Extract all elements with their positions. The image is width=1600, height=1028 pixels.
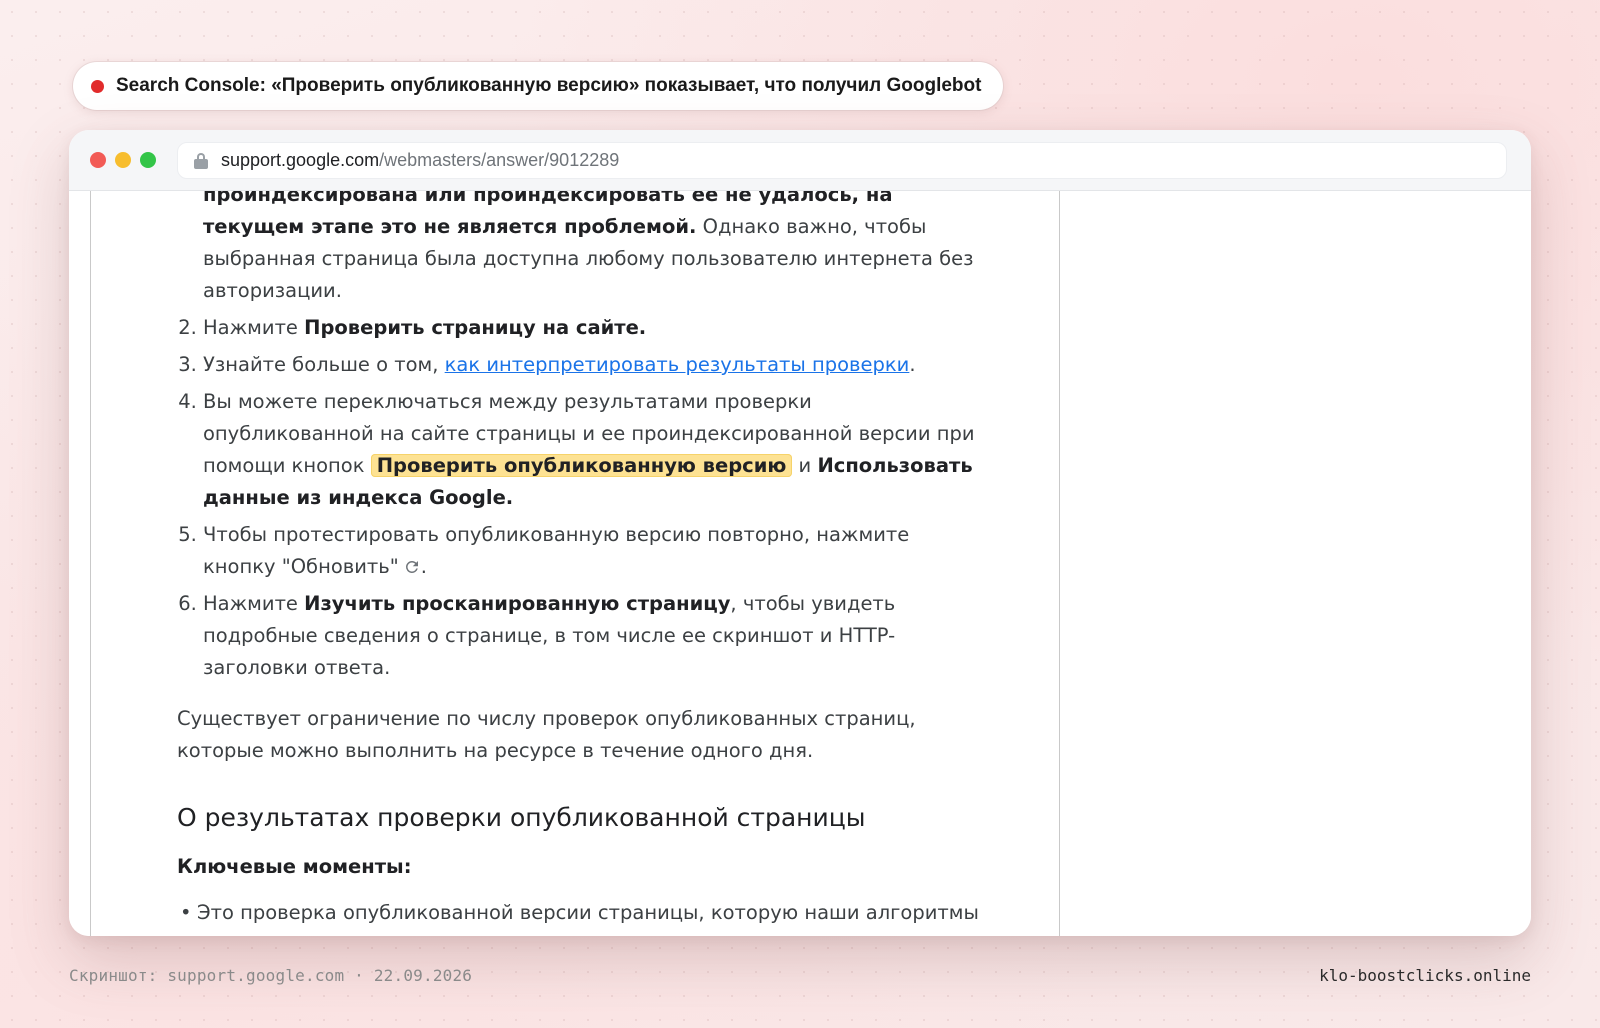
url-host: support.google.com	[221, 150, 380, 170]
item3-suffix: .	[909, 353, 916, 376]
item3-prefix: Узнайте больше о том,	[203, 353, 445, 376]
record-dot-icon	[91, 79, 104, 93]
key-points-list: Это проверка опубликованной версии стран…	[177, 897, 987, 929]
refresh-icon	[405, 561, 418, 573]
check-live-version-highlight: Проверить опубликованную версию	[370, 454, 793, 477]
interpret-results-link[interactable]: как интерпретировать результаты проверки	[445, 353, 910, 376]
list-item: Нажмите Изучить просканированную страниц…	[203, 588, 987, 684]
lock-icon	[194, 152, 208, 169]
browser-window: support.google.com/webmasters/answer/901…	[69, 130, 1531, 936]
item5-text: Чтобы протестировать опубликованную верс…	[203, 523, 910, 578]
caption-pill: Search Console: «Проверить опубликованну…	[73, 62, 1004, 110]
window-controls	[90, 152, 156, 168]
list-item: Вы можете переключаться между результата…	[203, 386, 987, 514]
list-item: Узнайте больше о том, как интерпретирова…	[203, 349, 987, 381]
explore-crawled-page-label: Изучить просканированную страницу	[304, 592, 731, 615]
maximize-window-button[interactable]	[140, 152, 156, 168]
item5-suffix: .	[420, 555, 427, 578]
steps-list: проиндексирована или проиндексировать ее…	[177, 191, 987, 684]
item6-prefix: Нажмите	[203, 592, 305, 615]
item4-and: и	[792, 454, 818, 477]
list-item: Чтобы протестировать опубликованную верс…	[203, 519, 987, 583]
content-left-border	[90, 191, 91, 936]
address-bar[interactable]: support.google.com/webmasters/answer/901…	[177, 142, 1507, 179]
key-points-title: Ключевые моменты:	[177, 855, 412, 878]
item2-prefix: Нажмите	[203, 316, 305, 339]
list-item: Это проверка опубликованной версии стран…	[180, 897, 987, 929]
limit-paragraph: Существует ограничение по числу проверок…	[177, 707, 916, 762]
footer-domain: klo-boostclicks.online	[1319, 966, 1531, 985]
footer-source: Скриншот: support.google.com · 22.09.202…	[69, 966, 473, 985]
close-window-button[interactable]	[90, 152, 106, 168]
minimize-window-button[interactable]	[115, 152, 131, 168]
list-item: Нажмите Проверить страницу на сайте.	[203, 312, 987, 344]
browser-toolbar: support.google.com/webmasters/answer/901…	[69, 130, 1531, 191]
url-path: /webmasters/answer/9012289	[379, 150, 620, 170]
page-viewport[interactable]: проиндексирована или проиндексировать ее…	[69, 191, 1531, 936]
check-live-page-label: Проверить страницу на сайте.	[304, 316, 647, 339]
section-heading: О результатах проверки опубликованной ст…	[177, 803, 866, 832]
caption-text: Search Console: «Проверить опубликованну…	[116, 75, 982, 96]
article-body: проиндексирована или проиндексировать ее…	[177, 191, 987, 929]
content-right-border	[1059, 191, 1060, 936]
list-item: проиндексирована или проиндексировать ее…	[203, 191, 987, 307]
